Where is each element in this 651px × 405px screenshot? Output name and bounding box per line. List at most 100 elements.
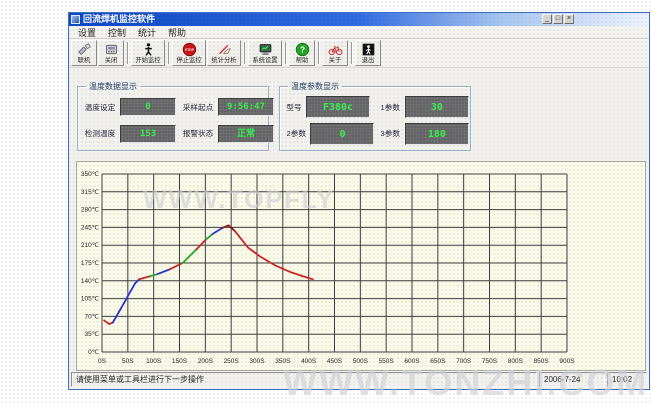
measured-temp-display: 153 (120, 125, 176, 143)
y-tick-label: 140℃ (81, 278, 100, 285)
y-tick-label: 0℃ (88, 349, 100, 356)
model-display: F380c (306, 96, 370, 118)
y-tick-label: 70℃ (84, 313, 99, 320)
x-tick-label: 750S (482, 358, 498, 365)
panel-title: 温度参数显示 (288, 81, 342, 92)
temperature-params-panel: 温度参数显示 型号 F380c 1参数 30 2参数 0 3参数 180 (279, 86, 471, 151)
field-label: 1参数 (381, 102, 400, 112)
toolbar-label: 退出 (362, 57, 375, 64)
measured-temp-field: 检测温度 153 (84, 122, 176, 147)
y-tick-label: 105℃ (81, 296, 100, 303)
x-tick-label: 400S (301, 358, 317, 365)
toolbar-label: 联机 (78, 57, 91, 64)
x-tick-label: 450S (327, 358, 343, 365)
menu-bar: 设置 控制 统计 帮助 (69, 26, 649, 39)
temperature-curve (104, 225, 313, 324)
chart-axis-labels: 0S50S100S150S200S250S300S350S400S450S500… (81, 171, 575, 365)
toolbar: 联机 关闭 开始监控 STOP 停止监控 统计分析 系统设置 ? 帮助 (69, 39, 649, 68)
app-icon (71, 15, 80, 24)
toolbar-separator (285, 42, 287, 64)
sample-start-field: 采样起点 9:56:47 (182, 95, 274, 120)
y-tick-label: 315℃ (81, 189, 100, 196)
menu-control[interactable]: 控制 (103, 26, 131, 39)
param1-field: 1参数 30 (380, 95, 468, 120)
x-tick-label: 800S (508, 358, 524, 365)
x-tick-label: 900S (559, 358, 575, 365)
field-label: 检测温度 (85, 129, 115, 139)
menu-statistics[interactable]: 统计 (133, 26, 161, 39)
disconnect-button[interactable]: 关闭 (98, 40, 124, 66)
temperature-data-panel: 温度数据显示 温度设定 0 采样起点 9:56:47 检测温度 153 报警状态… (77, 86, 269, 151)
x-tick-label: 200S (198, 358, 214, 365)
status-bar: 请使用菜单或工具栏进行下一步操作 2006-7-24 10:02 (71, 372, 647, 387)
toolbar-separator (244, 42, 246, 64)
minimize-button[interactable]: _ (542, 14, 552, 24)
temperature-chart-panel: 0S50S100S150S200S250S300S350S400S450S500… (76, 161, 646, 371)
menu-help[interactable]: 帮助 (163, 26, 191, 39)
alarm-status-field: 报警状态 正常 (182, 122, 274, 147)
system-settings-button[interactable]: 系统设置 (248, 40, 282, 66)
temp-setting-display: 0 (120, 98, 176, 116)
analysis-button[interactable]: 统计分析 (207, 40, 241, 66)
x-tick-label: 650S (430, 358, 446, 365)
start-monitor-button[interactable]: 开始监控 (131, 40, 165, 66)
field-label: 3参数 (381, 129, 400, 139)
exit-icon (361, 42, 376, 57)
toolbar-separator (318, 42, 320, 64)
menu-settings[interactable]: 设置 (73, 26, 101, 39)
field-label: 采样起点 (183, 102, 213, 112)
about-icon (328, 42, 343, 57)
app-window: 回流焊机监控软件 _ □ × 设置 控制 统计 帮助 联机 关闭 开始监控 ST… (68, 12, 650, 390)
sample-start-display: 9:56:47 (218, 98, 274, 116)
x-tick-label: 250S (224, 358, 240, 365)
y-tick-label: 175℃ (81, 260, 100, 267)
x-tick-label: 0S (98, 358, 107, 365)
x-tick-label: 600S (404, 358, 420, 365)
toolbar-label: 关于 (329, 57, 342, 64)
temp-setting-field: 温度设定 0 (84, 95, 176, 120)
maximize-button[interactable]: □ (553, 14, 563, 24)
x-tick-label: 150S (172, 358, 188, 365)
exit-button[interactable]: 退出 (355, 40, 381, 66)
stop-monitor-button[interactable]: STOP 停止监控 (172, 40, 206, 66)
connect-icon (77, 42, 92, 57)
chart-grid (102, 174, 567, 352)
help-button[interactable]: ? 帮助 (289, 40, 315, 66)
model-field: 型号 F380c (286, 95, 374, 120)
x-tick-label: 500S (353, 358, 369, 365)
param3-field: 3参数 180 (380, 122, 468, 147)
status-message: 请使用菜单或工具栏进行下一步操作 (71, 372, 537, 387)
field-label: 报警状态 (183, 129, 213, 139)
param2-display: 0 (310, 123, 374, 145)
window-controls: _ □ × (542, 14, 574, 24)
param1-display: 30 (405, 96, 469, 118)
y-tick-label: 35℃ (84, 331, 99, 338)
stop-monitor-icon: STOP (182, 42, 197, 57)
toolbar-separator (127, 42, 129, 64)
y-tick-label: 210℃ (81, 242, 100, 249)
x-tick-label: 50S (122, 358, 134, 365)
y-tick-label: 280℃ (81, 207, 100, 214)
disconnect-icon (104, 42, 119, 57)
connect-button[interactable]: 联机 (71, 40, 97, 66)
field-label: 温度设定 (85, 102, 115, 112)
temperature-chart: 0S50S100S150S200S250S300S350S400S450S500… (77, 162, 645, 375)
toolbar-label: 关闭 (105, 57, 118, 64)
start-monitor-icon (141, 42, 156, 57)
about-button[interactable]: 关于 (322, 40, 348, 66)
close-button[interactable]: × (564, 14, 574, 24)
system-settings-icon (258, 42, 273, 57)
toolbar-separator (351, 42, 353, 64)
temperature-profile-chart: 0S50S100S150S200S250S300S350S400S450S500… (77, 162, 645, 370)
toolbar-label: 系统设置 (252, 57, 277, 64)
panel-title: 温度数据显示 (86, 81, 140, 92)
help-icon: ? (295, 42, 310, 57)
param2-field: 2参数 0 (286, 122, 374, 147)
toolbar-label: 帮助 (296, 57, 309, 64)
x-tick-label: 350S (275, 358, 291, 365)
svg-text:?: ? (299, 44, 304, 54)
field-label: 型号 (286, 102, 301, 112)
x-tick-label: 300S (249, 358, 265, 365)
alarm-status-display: 正常 (218, 125, 274, 143)
window-title: 回流焊机监控软件 (83, 13, 155, 26)
